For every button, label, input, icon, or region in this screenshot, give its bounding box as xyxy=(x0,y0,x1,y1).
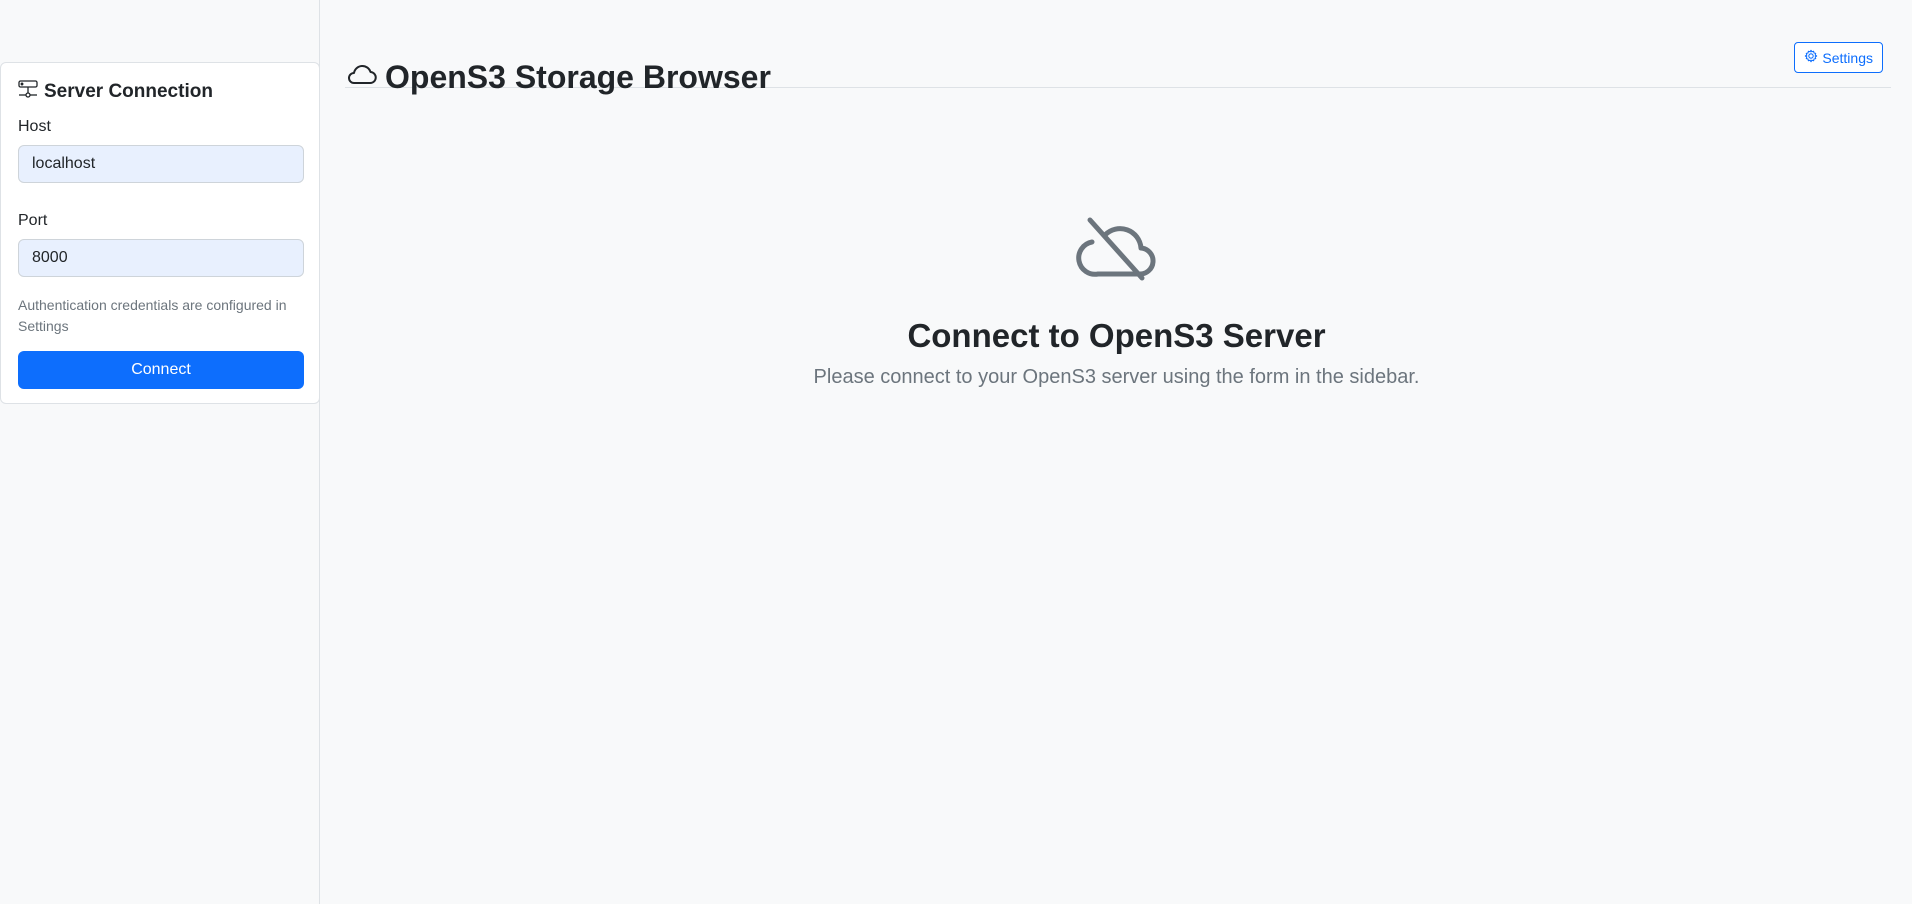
connect-button[interactable]: Connect xyxy=(18,351,304,389)
empty-state-subtitle: Please connect to your OpenS3 server usi… xyxy=(813,366,1420,388)
sidebar: Server Connection Host Port Authenticati… xyxy=(0,0,320,904)
server-connection-card: Server Connection Host Port Authenticati… xyxy=(0,62,320,404)
page-header: OpenS3 Storage Browser Settings xyxy=(345,36,1891,95)
cloud-icon xyxy=(345,57,377,97)
port-input[interactable] xyxy=(18,239,304,277)
empty-state: Connect to OpenS3 Server Please connect … xyxy=(321,216,1912,389)
settings-button-label: Settings xyxy=(1822,49,1873,66)
auth-help-text: Authentication credentials are configure… xyxy=(18,297,287,334)
card-title: Server Connection xyxy=(18,80,302,104)
settings-button[interactable]: Settings xyxy=(1794,42,1883,73)
port-label: Port xyxy=(18,212,48,229)
page-title-text: OpenS3 Storage Browser xyxy=(385,58,771,95)
cloud-slash-icon xyxy=(321,216,1912,282)
main-content: OpenS3 Storage Browser Settings Connect … xyxy=(321,0,1912,904)
card-title-text: Server Connection xyxy=(44,81,213,102)
host-input[interactable] xyxy=(18,145,304,183)
gear-icon xyxy=(1804,49,1818,66)
page-title: OpenS3 Storage Browser xyxy=(345,57,771,97)
host-label: Host xyxy=(18,118,51,135)
empty-state-title: Connect to OpenS3 Server xyxy=(907,317,1326,354)
hdd-network-icon xyxy=(18,79,38,105)
